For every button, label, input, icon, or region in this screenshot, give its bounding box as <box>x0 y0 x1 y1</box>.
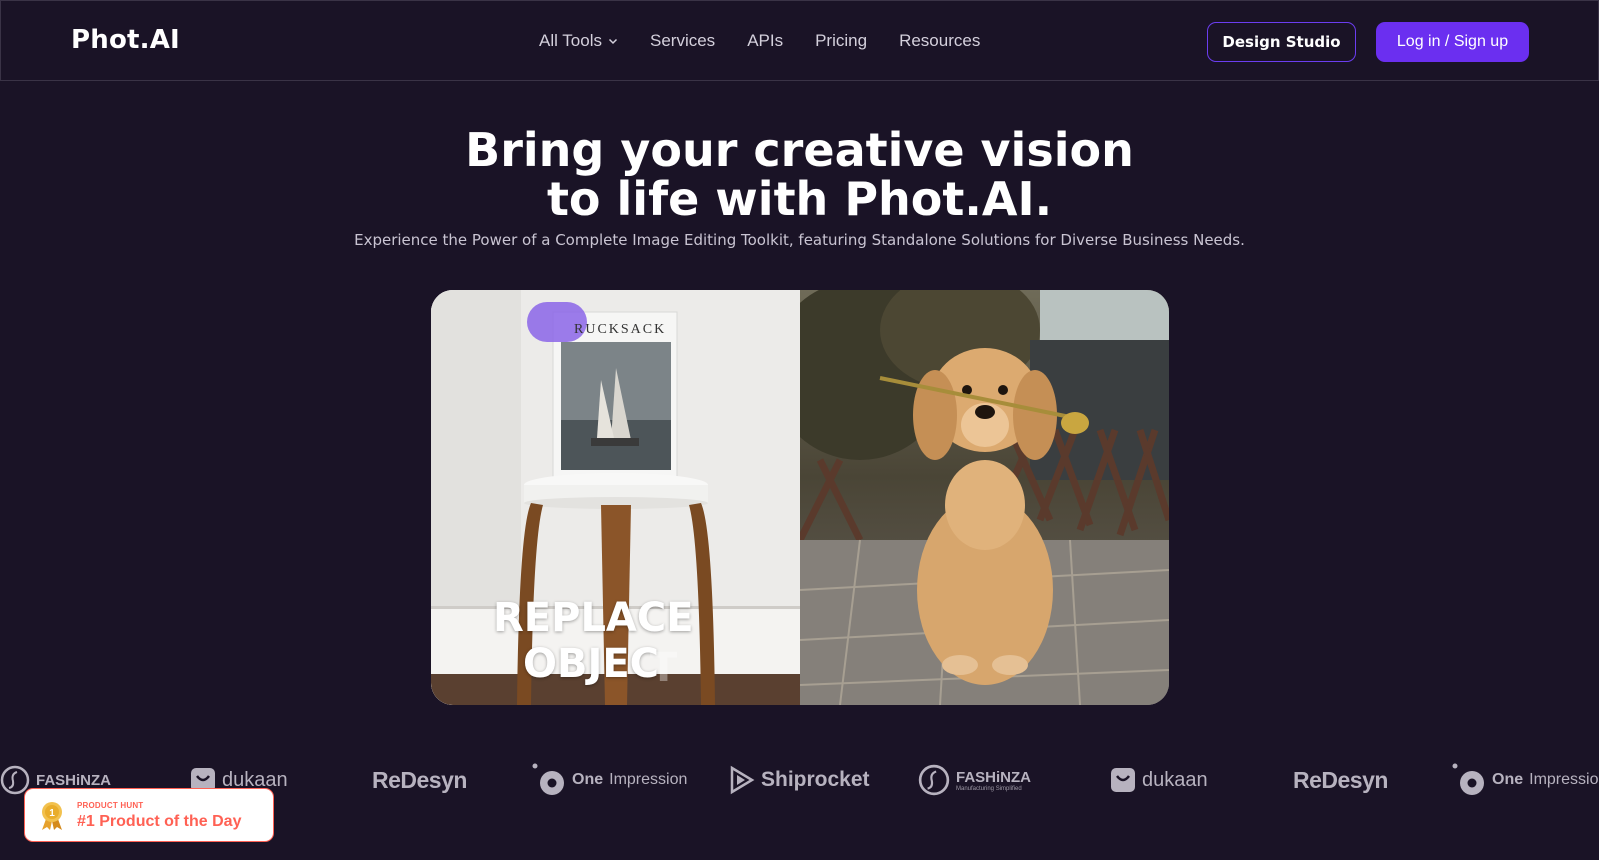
showcase-image: RUCKSACK REPLACE OBJEC T <box>431 290 1169 705</box>
brand-dukaan-2: dukaan <box>1110 760 1208 800</box>
nav-all-tools[interactable]: All Tools <box>539 31 618 51</box>
one-impression-name-b: Impression <box>609 771 688 788</box>
brand-one-impression: One Impression <box>532 760 687 800</box>
redesyn-name: ReDesyn <box>372 766 467 793</box>
shiprocket-icon <box>730 765 755 795</box>
brand-fashinza-2: FASHiNZA Manufacturing Simplified <box>918 760 1031 800</box>
nav-all-tools-label: All Tools <box>539 31 602 50</box>
dukaan-icon <box>1111 768 1135 792</box>
dog-photo-panel <box>800 290 1169 705</box>
chevron-down-icon <box>608 38 618 45</box>
medal-icon: 1 <box>42 802 62 830</box>
fashinza-wordmark: FASHiNZA Manufacturing Simplified <box>956 769 1031 792</box>
shiprocket-name: Shiprocket <box>761 768 870 791</box>
medal-rank: 1 <box>49 808 55 819</box>
product-hunt-title: #1 Product of the Day <box>77 813 242 830</box>
one-impression-icon <box>1452 763 1484 795</box>
dog-illustration <box>800 290 1169 705</box>
one-impression-name-b: Impression <box>1529 771 1599 788</box>
hero-subtitle: Experience the Power of a Complete Image… <box>354 231 1245 249</box>
fashinza-icon <box>918 764 950 796</box>
fashinza-tagline: Manufacturing Simplified <box>956 785 1022 792</box>
brand-redesyn-2: ReDesyn <box>1293 760 1388 800</box>
product-hunt-badge[interactable]: 1 PRODUCT HUNT #1 Product of the Day <box>24 788 274 842</box>
nav-apis[interactable]: APIs <box>747 31 783 51</box>
product-hunt-kicker: PRODUCT HUNT <box>77 801 144 810</box>
overlay-ghost-letter: T <box>650 645 678 691</box>
replace-object-panel: RUCKSACK REPLACE OBJEC T <box>431 290 800 705</box>
fashinza-name: FASHiNZA <box>36 771 111 789</box>
hero-title: Bring your creative vision to life with … <box>0 126 1599 224</box>
nav-pricing[interactable]: Pricing <box>815 31 867 51</box>
dukaan-name: dukaan <box>1142 768 1208 791</box>
one-impression-name-a: One <box>1492 771 1524 788</box>
site-logo[interactable]: Phot.AI <box>71 25 180 55</box>
brand-redesyn: ReDesyn <box>372 760 467 800</box>
fashinza-name: FASHiNZA <box>956 768 1031 786</box>
one-impression-name-a: One <box>572 771 604 788</box>
magazine-title: RUCKSACK <box>574 322 667 337</box>
hero-title-line1: Bring your creative vision <box>465 123 1134 177</box>
overlay-line1: REPLACE <box>493 595 694 641</box>
one-impression-icon <box>532 763 564 795</box>
hero-title-line2: to life with Phot.AI. <box>546 172 1053 226</box>
login-signup-button[interactable]: Log in / Sign up <box>1376 22 1529 62</box>
redesyn-name: ReDesyn <box>1293 766 1388 793</box>
nav-services[interactable]: Services <box>650 31 715 51</box>
brand-one-impression-2: One Impression <box>1452 760 1599 800</box>
design-studio-button[interactable]: Design Studio <box>1207 22 1356 62</box>
main-nav: All Tools Services APIs Pricing Resource… <box>539 31 980 51</box>
nav-resources[interactable]: Resources <box>899 31 980 51</box>
site-header: Phot.AI All Tools Services APIs Pricing … <box>0 0 1599 81</box>
brand-shiprocket: Shiprocket <box>729 760 870 800</box>
